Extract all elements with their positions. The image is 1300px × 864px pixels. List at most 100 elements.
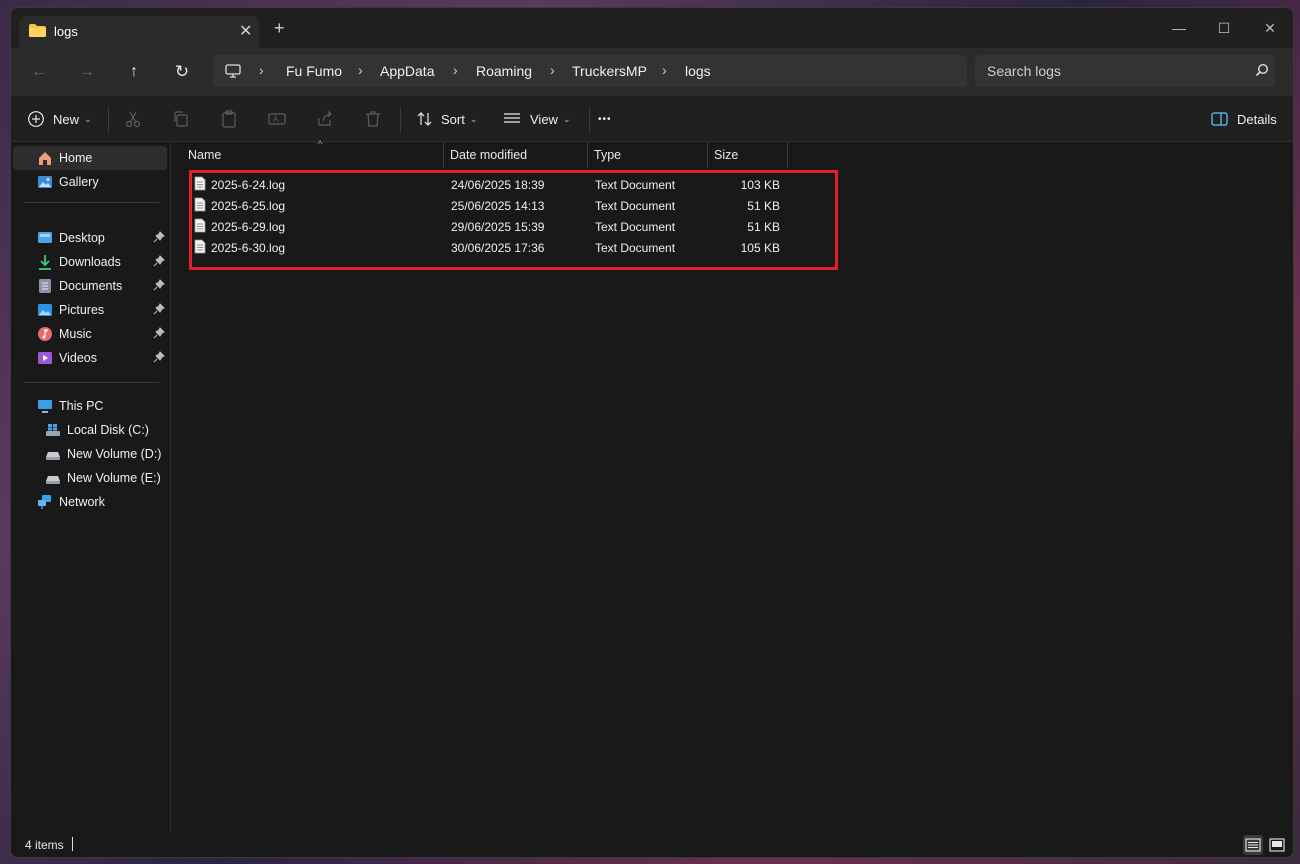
divider [23, 382, 159, 383]
chevron-down-icon: ⌄ [84, 113, 92, 124]
close-window-button[interactable]: ✕ [1247, 14, 1293, 42]
breadcrumb-separator: › [453, 62, 458, 78]
view-icon [504, 113, 520, 123]
sidebar-item-new-volume-d[interactable]: New Volume (D:) [13, 442, 167, 466]
forward-button[interactable]: → [75, 60, 99, 84]
home-icon [39, 152, 51, 165]
divider [23, 202, 159, 203]
pin-icon[interactable] [153, 279, 165, 291]
breadcrumb-separator: › [358, 62, 363, 78]
share-icon[interactable] [316, 110, 334, 128]
column-header-label: Type [594, 148, 622, 162]
copy-icon[interactable] [172, 110, 190, 128]
drive-icon [46, 452, 60, 460]
details-pane-icon [1211, 112, 1228, 126]
tab-title: logs [54, 24, 78, 39]
documents-icon [39, 279, 51, 293]
divider [400, 108, 401, 132]
breadcrumb-fu-fumo[interactable]: Fu Fumo [286, 63, 342, 79]
sort-icon [417, 112, 432, 126]
download-icon [39, 255, 51, 270]
sidebar-item-label: Desktop [59, 231, 105, 245]
sidebar-item-label: Videos [59, 351, 97, 365]
sidebar-item-downloads[interactable]: Downloads [13, 250, 167, 274]
pin-icon[interactable] [153, 303, 165, 315]
sidebar-item-videos[interactable]: Videos [13, 346, 167, 370]
sidebar-item-label: Network [59, 495, 105, 509]
sidebar-item-network[interactable]: Network [13, 490, 167, 514]
sidebar-item-local-disk-c[interactable]: Local Disk (C:) [13, 418, 167, 442]
view-label: View [530, 111, 558, 127]
this-pc-icon [225, 64, 241, 78]
sidebar-item-new-volume-e[interactable]: New Volume (E:) [13, 466, 167, 490]
system-drive-icon [46, 424, 60, 436]
large-icons-view-button[interactable] [1267, 835, 1287, 855]
sort-label: Sort [441, 111, 465, 127]
column-header-date-modified[interactable]: Date modified [444, 142, 588, 168]
breadcrumb-separator: › [550, 62, 555, 78]
file-explorer-window: logs ✕ + — ☐ ✕ ← → ↑ ↻ › Fu Fumo › AppDa… [10, 7, 1294, 858]
details-pane-button[interactable]: Details [1211, 106, 1277, 132]
more-options-button[interactable]: ••• [598, 106, 612, 132]
sidebar-item-desktop[interactable]: Desktop [13, 226, 167, 250]
breadcrumb-roaming[interactable]: Roaming [476, 63, 532, 79]
paste-icon[interactable] [220, 110, 238, 128]
minimize-button[interactable]: — [1156, 14, 1202, 42]
search-icon[interactable] [1255, 63, 1269, 77]
maximize-button[interactable]: ☐ [1201, 14, 1247, 42]
tab-close-icon[interactable]: ✕ [239, 21, 252, 41]
sidebar-item-label: Home [59, 151, 93, 165]
svg-text:A: A [273, 115, 279, 124]
navigation-pane: Home Gallery Desktop Downloads Documents… [11, 142, 171, 832]
gallery-icon [38, 176, 52, 188]
pin-icon[interactable] [153, 231, 165, 243]
pin-icon[interactable] [153, 351, 165, 363]
rename-icon[interactable]: A [268, 110, 286, 128]
music-icon [38, 327, 52, 341]
sidebar-item-music[interactable]: Music [13, 322, 167, 346]
search-input[interactable] [987, 62, 1237, 80]
sidebar-item-label: Pictures [59, 303, 105, 317]
sidebar-item-label: Downloads [59, 255, 121, 269]
pictures-icon [38, 304, 52, 316]
delete-icon[interactable] [364, 110, 382, 128]
breadcrumb-truckersmp[interactable]: TruckersMP [572, 63, 647, 79]
title-bar: logs ✕ + — ☐ ✕ [11, 8, 1293, 48]
new-label: New [53, 111, 80, 127]
column-header-label: Size [714, 148, 739, 162]
new-button[interactable]: New ⌄ [27, 106, 92, 132]
cut-icon[interactable] [124, 110, 142, 128]
address-bar[interactable]: › Fu Fumo › AppData › Roaming › Truckers… [213, 55, 967, 87]
tab-logs[interactable]: logs ✕ [19, 16, 259, 48]
sidebar-item-this-pc[interactable]: This PC [13, 394, 167, 418]
breadcrumb-appdata[interactable]: AppData [380, 63, 434, 79]
sidebar-item-pictures[interactable]: Pictures [13, 298, 167, 322]
this-pc-icon [38, 400, 52, 413]
sidebar-item-home[interactable]: Home [13, 146, 167, 170]
search-box[interactable] [975, 55, 1275, 87]
sidebar-item-label: Gallery [59, 175, 99, 189]
details-view-button[interactable] [1243, 835, 1263, 855]
sidebar-item-gallery[interactable]: Gallery [13, 170, 167, 194]
sidebar-item-documents[interactable]: Documents [13, 274, 167, 298]
column-header-type[interactable]: Type [588, 142, 708, 168]
column-header-size[interactable]: Size [708, 142, 788, 168]
view-button[interactable]: View ⌄ [503, 106, 571, 132]
column-header-name[interactable]: Name ^ [182, 139, 444, 168]
pin-icon[interactable] [153, 327, 165, 339]
breadcrumb-logs[interactable]: logs [685, 63, 711, 79]
chevron-down-icon: ⌄ [562, 113, 571, 124]
sort-button[interactable]: Sort ⌄ [416, 106, 477, 132]
new-tab-button[interactable]: + [274, 19, 285, 37]
column-header-label: Name [188, 148, 222, 162]
pin-icon[interactable] [153, 255, 165, 267]
sort-ascending-icon: ^ [318, 139, 323, 149]
videos-icon [38, 352, 52, 364]
up-button[interactable]: ↑ [122, 60, 146, 84]
sidebar-item-label: New Volume (D:) [67, 447, 162, 461]
breadcrumb-separator: › [259, 62, 264, 78]
breadcrumb-separator: › [662, 62, 667, 78]
back-button[interactable]: ← [27, 60, 51, 84]
refresh-button[interactable]: ↻ [170, 60, 194, 84]
sidebar-item-label: Music [59, 327, 92, 341]
